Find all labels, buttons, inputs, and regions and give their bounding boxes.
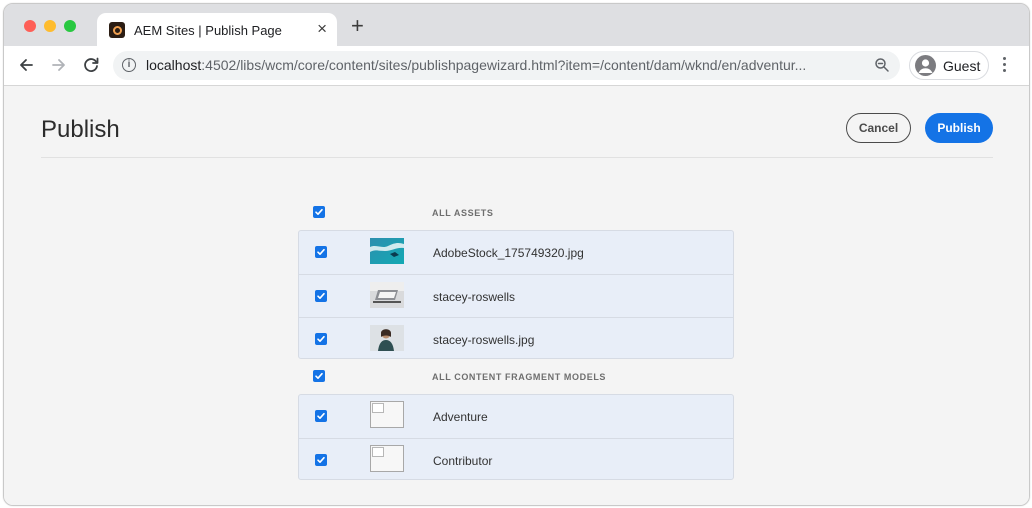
all-assets-checkbox[interactable] — [313, 206, 325, 218]
reload-icon[interactable] — [80, 54, 102, 76]
item-name: stacey-roswells.jpg — [433, 333, 535, 347]
zoom-icon[interactable] — [874, 57, 890, 73]
forward-icon[interactable] — [48, 54, 70, 76]
group-label-content-fragment-models: ALL CONTENT FRAGMENT MODELS — [432, 372, 607, 382]
browser-window: AEM Sites | Publish Page × + i localhost… — [3, 3, 1030, 506]
item-name: Contributor — [433, 454, 493, 468]
laptop-desk-image — [370, 282, 404, 308]
page-content: Publish Cancel Publish ALL ASSETS AdobeS… — [4, 86, 1029, 505]
assets-list: AdobeStock_175749320.jpg stacey-roswells — [298, 230, 734, 359]
info-icon[interactable]: i — [122, 58, 136, 72]
list-item[interactable]: Adventure — [299, 395, 733, 438]
new-tab-button[interactable]: + — [351, 15, 364, 37]
content-fragment-models-list: Adventure Contributor — [298, 394, 734, 480]
list-item[interactable]: AdobeStock_175749320.jpg — [299, 231, 733, 274]
page-title: Publish — [41, 116, 120, 143]
list-item[interactable]: stacey-roswells.jpg — [299, 317, 733, 361]
item-checkbox[interactable] — [315, 410, 327, 422]
cancel-button[interactable]: Cancel — [846, 113, 911, 143]
person-portrait-image — [370, 325, 404, 351]
browser-tab[interactable]: AEM Sites | Publish Page × — [97, 13, 337, 47]
tab-strip: AEM Sites | Publish Page × + — [4, 4, 1029, 47]
browser-toolbar: i localhost:4502/libs/wcm/core/content/s… — [4, 46, 1029, 86]
broken-image-icon — [370, 445, 404, 472]
back-icon[interactable] — [15, 54, 37, 76]
item-checkbox[interactable] — [315, 454, 327, 466]
item-name: AdobeStock_175749320.jpg — [433, 246, 584, 260]
item-name: Adventure — [433, 410, 488, 424]
url-path: :4502/libs/wcm/core/content/sites/publis… — [201, 57, 807, 73]
item-name: stacey-roswells — [433, 290, 516, 304]
aem-favicon-icon — [109, 22, 125, 38]
group-label-assets: ALL ASSETS — [432, 208, 494, 218]
all-content-fragment-models-checkbox[interactable] — [313, 370, 325, 382]
minimize-window-button[interactable] — [44, 20, 56, 32]
list-item[interactable]: Contributor — [299, 438, 733, 482]
tab-title: AEM Sites | Publish Page — [134, 23, 282, 38]
item-checkbox[interactable] — [315, 290, 327, 302]
header-divider — [41, 157, 993, 158]
close-window-button[interactable] — [24, 20, 36, 32]
url-host: localhost — [146, 57, 202, 73]
close-tab-icon[interactable]: × — [317, 20, 327, 38]
profile-label: Guest — [943, 58, 981, 74]
address-bar[interactable]: i localhost:4502/libs/wcm/core/content/s… — [113, 51, 900, 80]
item-checkbox[interactable] — [315, 333, 327, 345]
publish-button[interactable]: Publish — [925, 113, 993, 143]
avatar-icon — [915, 55, 936, 76]
ocean-aerial-image — [370, 238, 404, 264]
broken-image-icon — [370, 401, 404, 428]
url-text[interactable]: localhost:4502/libs/wcm/core/content/sit… — [146, 57, 806, 73]
kebab-menu-icon[interactable] — [1000, 55, 1008, 75]
list-item[interactable]: stacey-roswells — [299, 274, 733, 318]
maximize-window-button[interactable] — [64, 20, 76, 32]
profile-button[interactable]: Guest — [909, 51, 989, 80]
item-checkbox[interactable] — [315, 246, 327, 258]
